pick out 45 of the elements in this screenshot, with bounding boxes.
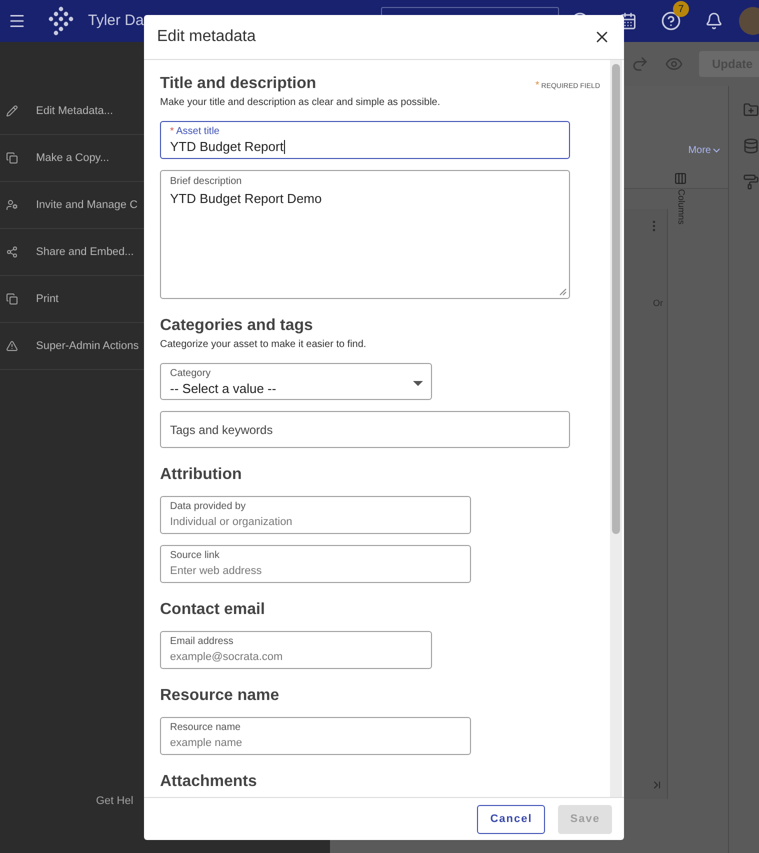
field-label: Resource name <box>170 722 242 734</box>
text-field[interactable]: Source link Enter web address <box>160 545 471 583</box>
scrollbar[interactable] <box>610 60 622 797</box>
section-heading: Resource name <box>160 686 280 706</box>
text-field[interactable]: * Asset title YTD Budget Report <box>160 121 570 159</box>
app-title: Tyler Da <box>88 10 144 31</box>
section-heading: Title and description <box>160 74 316 94</box>
notification-badge: 7 <box>673 1 689 17</box>
pencil-icon <box>6 105 18 117</box>
copy-icon <box>6 152 18 164</box>
folder-plus-icon[interactable] <box>743 102 759 118</box>
paint-roller-icon[interactable] <box>743 174 759 190</box>
category-select[interactable]: Category -- Select a value -- <box>160 363 432 400</box>
field-label: Email address <box>170 636 234 648</box>
tags-field[interactable]: Tags and keywords <box>160 411 570 448</box>
resize-handle-icon[interactable] <box>559 288 567 296</box>
field-label: Category <box>170 368 212 380</box>
dropdown-arrow-icon <box>413 381 423 386</box>
last-page-icon[interactable] <box>651 779 663 791</box>
share-icon <box>6 246 18 258</box>
warning-icon <box>6 340 18 352</box>
field-label: Source link <box>170 550 220 562</box>
menu-icon[interactable] <box>8 12 26 30</box>
copy-icon <box>6 293 18 305</box>
section-heading: Attribution <box>160 465 242 485</box>
redo-icon[interactable] <box>631 55 649 73</box>
field-label: Data provided by <box>170 501 247 513</box>
bell-icon[interactable] <box>705 12 723 30</box>
text-field[interactable]: Data provided by Individual or organization <box>160 496 471 534</box>
help-icon[interactable] <box>661 11 681 31</box>
section-heading: Contact email <box>160 600 265 620</box>
field-label: * Asset title <box>170 126 220 138</box>
cancel-button[interactable]: Cancel <box>477 804 546 834</box>
dialog-title: Edit metadata <box>157 27 256 47</box>
user-avatar[interactable] <box>739 7 759 35</box>
preview-icon[interactable] <box>665 55 683 73</box>
logo-icon <box>46 6 76 36</box>
database-icon[interactable] <box>743 138 759 154</box>
text-field[interactable]: Resource name example name <box>160 717 471 755</box>
user-gear-icon <box>6 199 18 211</box>
columns-icon[interactable] <box>674 172 687 185</box>
text-field[interactable]: Email address example@socrata.com <box>160 631 432 669</box>
section-subtitle: Make your title and description as clear and simple as possible. <box>160 96 442 110</box>
description-field[interactable]: Brief description YTD Budget Report Demo <box>160 170 570 299</box>
section-heading: Attachments <box>160 772 257 792</box>
